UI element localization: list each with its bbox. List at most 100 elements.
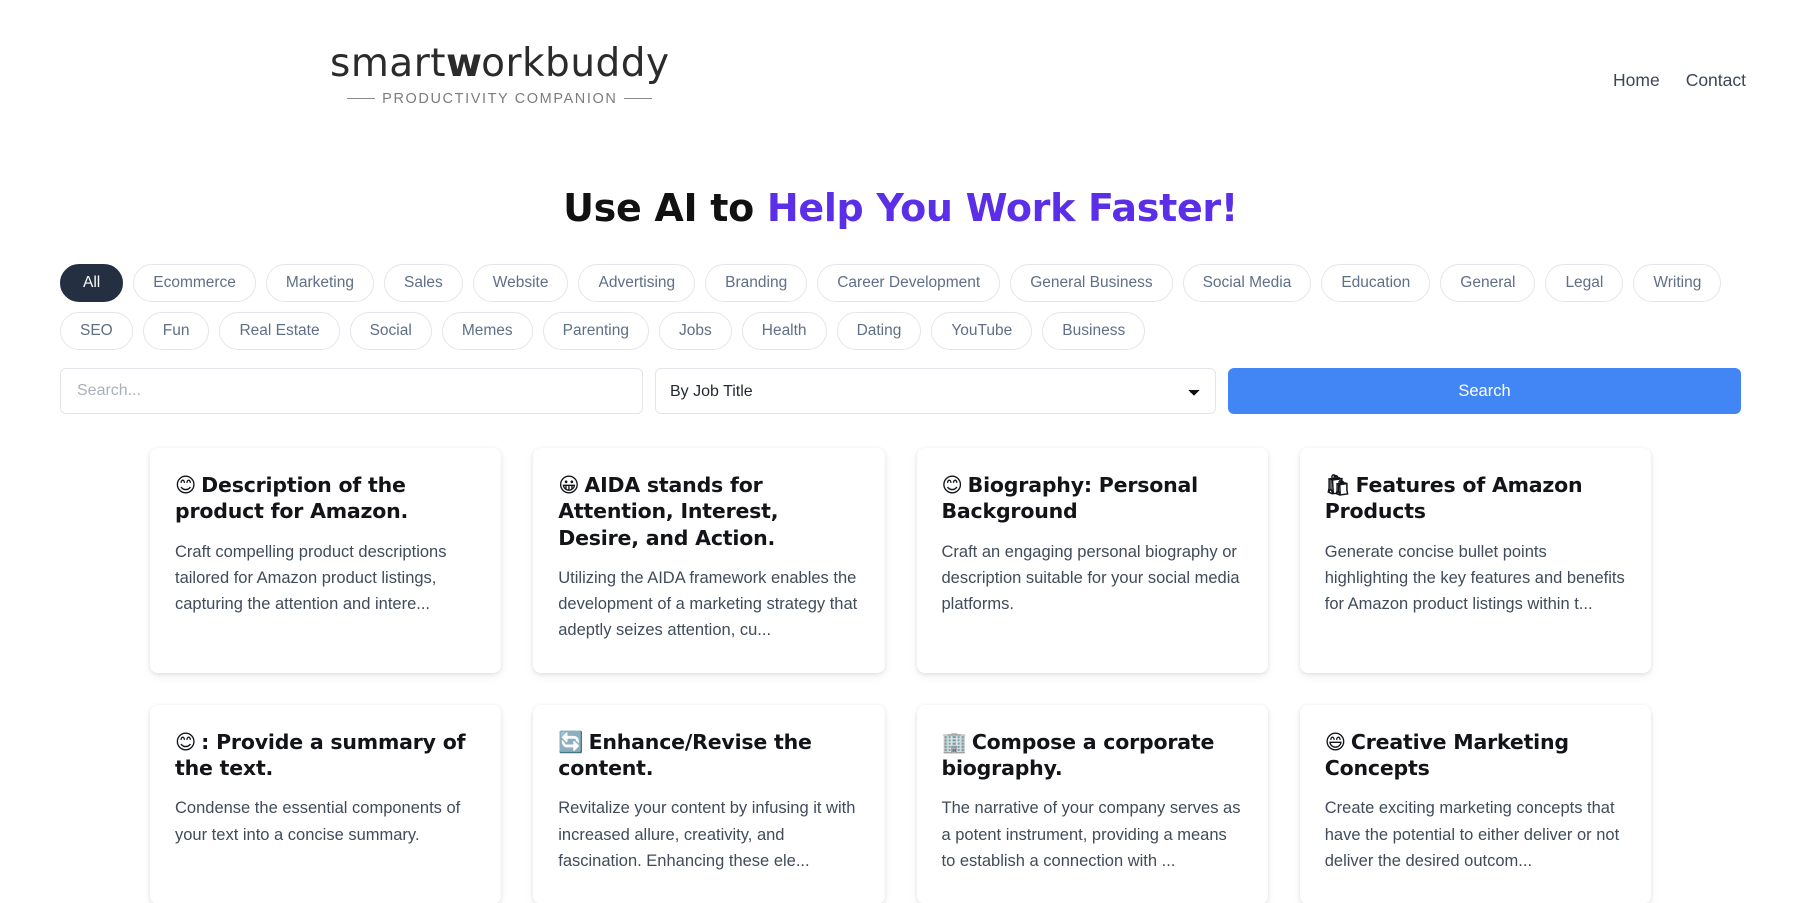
- category-tag-label: Sales: [403, 274, 443, 291]
- prompt-card[interactable]: 😀 AIDA stands for Attention, Interest, De…: [533, 448, 885, 673]
- category-tag-real-estate[interactable]: Real Estate: [219, 312, 340, 351]
- prompt-card-title-text: Features of Amazon Products: [1324, 473, 1583, 524]
- prompt-card[interactable]: 🔄 Enhance/Revise the content. Revitalize y…: [533, 704, 885, 903]
- hero-title-accent: Help You Work Faster!: [766, 186, 1238, 230]
- category-tag-fun[interactable]: Fun: [142, 312, 210, 351]
- category-tag-label: Social Media: [1202, 274, 1292, 291]
- grinning-face-icon: 😀: [558, 473, 580, 498]
- prompt-card-description: Generate concise bullet points highlight…: [1324, 542, 1625, 613]
- laughing-face-icon: 😄: [1324, 729, 1346, 754]
- main-nav: Home Contact: [1613, 70, 1746, 91]
- prompt-card-description: Revitalize your content by infusing it w…: [558, 799, 856, 870]
- category-tag-label: Jobs: [679, 322, 712, 340]
- category-tag-social-media[interactable]: Social Media: [1182, 264, 1312, 303]
- nav-item-home[interactable]: Home: [1613, 70, 1660, 91]
- prompt-card-title: 🛍 Features of Amazon Products: [1325, 472, 1626, 524]
- category-tag-label: Writing: [1653, 274, 1702, 291]
- category-tag-jobs[interactable]: Jobs: [659, 312, 732, 351]
- category-tag-website[interactable]: Website: [472, 264, 569, 303]
- category-tag-label: Health: [761, 322, 807, 340]
- logo-word-part1: smart: [330, 41, 447, 86]
- prompt-card-title: 🔄 Enhance/Revise the content.: [558, 729, 859, 781]
- category-filter-list: All Ecommerce Marketing Sales Website Adverti…: [0, 264, 1801, 351]
- category-tag-label: SEO: [80, 322, 113, 340]
- prompt-card-description: Craft compelling product descriptions ta…: [175, 542, 447, 613]
- prompt-card-grid: 😊 Description of the product for Amazon. C…: [0, 448, 1801, 903]
- category-tag-social[interactable]: Social: [349, 312, 432, 351]
- prompt-card[interactable]: 😊 Biography: Personal Background Craft an …: [916, 448, 1268, 673]
- page-title: Use AI to Help You Work Faster!: [0, 186, 1801, 230]
- logo-rule-right: [624, 98, 653, 100]
- prompt-card-title: 😀 AIDA stands for Attention, Interest, De…: [558, 472, 859, 551]
- shopping-bag-icon: 🛍: [1324, 473, 1351, 498]
- prompt-card[interactable]: 🛍 Features of Amazon Products Generate con…: [1299, 448, 1651, 673]
- smiling-face-icon: 😊: [175, 473, 197, 498]
- search-bar: By Job Title Search: [0, 368, 1801, 415]
- smiling-face-icon: 😊: [941, 473, 963, 498]
- category-tag-label: Legal: [1565, 274, 1604, 291]
- logo-w-mark: w: [446, 41, 482, 86]
- category-tag-label: YouTube: [951, 322, 1013, 340]
- prompt-card-title: 😊: Provide a summary of the text.: [175, 729, 476, 781]
- category-tag-writing[interactable]: Writing: [1633, 264, 1722, 303]
- prompt-card[interactable]: 😊 Description of the product for Amazon. C…: [150, 448, 502, 673]
- category-tag-dating[interactable]: Dating: [836, 312, 922, 351]
- prompt-card-description: Condense the essential components of you…: [175, 799, 461, 844]
- category-tag-parenting[interactable]: Parenting: [542, 312, 649, 351]
- nav-item-contact[interactable]: Contact: [1686, 70, 1746, 91]
- search-input[interactable]: [60, 368, 643, 415]
- logo-word-part2: orkbuddy: [481, 41, 670, 86]
- logo-wordmark: smartworkbuddy: [330, 41, 670, 86]
- category-tag-advertising[interactable]: Advertising: [578, 264, 696, 303]
- prompt-card[interactable]: 😄 Creative Marketing Concepts Create excit…: [1299, 704, 1651, 903]
- prompt-card-title-text: Creative Marketing Concepts: [1324, 729, 1569, 781]
- category-tag-career-development[interactable]: Career Development: [817, 264, 1001, 303]
- prompt-card-title: 😊 Biography: Personal Background: [942, 472, 1243, 524]
- category-tag-general[interactable]: General: [1440, 264, 1536, 303]
- category-tag-marketing[interactable]: Marketing: [265, 264, 374, 303]
- prompt-card-description: Utilizing the AIDA framework enables the…: [558, 568, 858, 639]
- hero-title-plain: Use AI to: [563, 186, 767, 230]
- logo-tagline-row: PRODUCTIVITY COMPANION: [330, 91, 670, 107]
- category-tag-label: Website: [492, 274, 549, 291]
- prompt-card-title-text: : Provide a summary of the text.: [175, 729, 466, 781]
- search-filter-select[interactable]: By Job Title: [655, 368, 1216, 415]
- category-tag-memes[interactable]: Memes: [441, 312, 533, 351]
- smiling-face-icon: 😊: [175, 729, 197, 754]
- search-button[interactable]: Search: [1228, 368, 1741, 415]
- category-tag-seo[interactable]: SEO: [60, 312, 133, 351]
- prompt-card-title-text: Biography: Personal Background: [941, 473, 1199, 524]
- site-logo[interactable]: smartworkbuddy PRODUCTIVITY COMPANION: [330, 41, 670, 107]
- page-root: smartworkbuddy PRODUCTIVITY COMPANION Ho…: [0, 0, 1801, 903]
- category-tag-label: Business: [1062, 322, 1126, 340]
- category-tag-youtube[interactable]: YouTube: [931, 312, 1033, 351]
- category-tag-label: Advertising: [598, 274, 676, 291]
- category-tag-business[interactable]: Business: [1042, 312, 1146, 351]
- prompt-card[interactable]: 😊: Provide a summary of the text. Condens…: [150, 704, 502, 903]
- category-tag-label: Real Estate: [239, 322, 320, 340]
- category-tag-label: General: [1460, 274, 1516, 291]
- category-tag-label: All: [83, 274, 101, 291]
- category-tag-label: Memes: [461, 322, 513, 340]
- prompt-card-title-text: Compose a corporate biography.: [941, 729, 1215, 781]
- category-tag-label: Dating: [856, 322, 902, 340]
- prompt-card-title-text: Description of the product for Amazon.: [175, 473, 409, 524]
- category-tag-label: Branding: [725, 274, 788, 291]
- category-tag-branding[interactable]: Branding: [705, 264, 808, 303]
- prompt-card-title: 😄 Creative Marketing Concepts: [1325, 729, 1626, 781]
- category-tag-ecommerce[interactable]: Ecommerce: [133, 264, 256, 303]
- category-tag-label: General Business: [1030, 274, 1153, 291]
- office-building-icon: 🏢: [941, 729, 968, 754]
- prompt-card-title-text: Enhance/Revise the content.: [558, 729, 812, 781]
- prompt-card-title-text: AIDA stands for Attention, Interest, Des…: [558, 473, 779, 550]
- category-tag-sales[interactable]: Sales: [383, 264, 463, 303]
- category-tag-label: Career Development: [837, 274, 981, 291]
- prompt-card[interactable]: 🏢 Compose a corporate biography. The narra…: [916, 704, 1268, 903]
- category-tag-health[interactable]: Health: [741, 312, 827, 351]
- category-tag-general-business[interactable]: General Business: [1010, 264, 1173, 303]
- category-tag-education[interactable]: Education: [1321, 264, 1431, 303]
- category-tag-legal[interactable]: Legal: [1545, 264, 1624, 303]
- category-tag-all[interactable]: All: [60, 264, 124, 303]
- prompt-card-description: The narrative of your company serves as …: [941, 799, 1241, 870]
- category-tag-label: Parenting: [562, 322, 629, 340]
